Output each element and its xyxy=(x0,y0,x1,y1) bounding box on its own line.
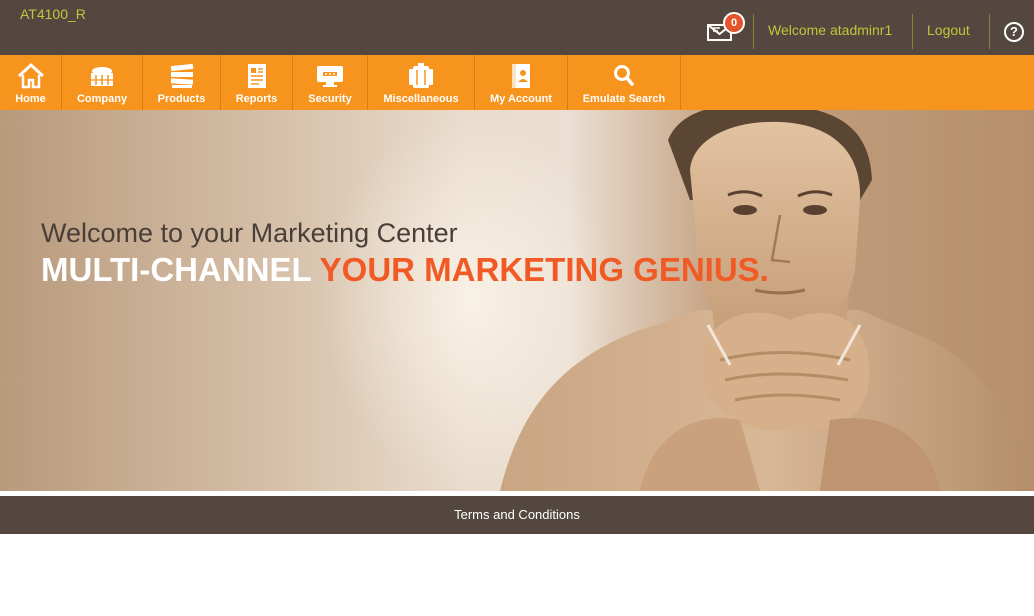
nav-label: Security xyxy=(308,93,352,105)
nav-label: Miscellaneous xyxy=(383,93,459,105)
footer-bar: Terms and Conditions xyxy=(0,496,1034,534)
logout-link[interactable]: Logout xyxy=(927,22,970,38)
nav-label: My Account xyxy=(490,93,552,105)
nav-item-miscellaneous[interactable]: Miscellaneous xyxy=(368,55,475,110)
home-icon xyxy=(17,62,44,89)
header-divider xyxy=(989,14,990,49)
building-icon xyxy=(91,67,113,86)
search-icon xyxy=(614,65,634,86)
top-bar: AT4100_R 0 Welcome atadminr1 Logout ? xyxy=(0,0,1034,55)
help-icon[interactable]: ? xyxy=(1004,22,1024,42)
hero-welcome-heading: Welcome to your Marketing Center xyxy=(41,218,458,248)
misc-icon xyxy=(409,63,433,88)
nav-item-company[interactable]: Company xyxy=(62,55,143,110)
hero-tagline-orange: YOUR MARKETING GENIUS. xyxy=(319,251,769,288)
nav-label: Company xyxy=(76,93,128,105)
stack-icon xyxy=(170,63,193,88)
main-nav: Home Company Products Reports Security M… xyxy=(0,55,1034,110)
nav-label: Products xyxy=(157,93,206,105)
security-icon xyxy=(317,66,343,87)
nav-label: Reports xyxy=(235,93,278,105)
nav-item-my-account[interactable]: My Account xyxy=(475,55,568,110)
nav-item-products[interactable]: Products xyxy=(143,55,221,110)
nav-item-emulate-search[interactable]: Emulate Search xyxy=(568,55,681,110)
account-icon xyxy=(512,64,530,88)
nav-item-security[interactable]: Security xyxy=(293,55,368,110)
terms-and-conditions-link[interactable]: Terms and Conditions xyxy=(0,507,1034,522)
nav-item-home[interactable]: Home xyxy=(0,55,62,110)
messages-button[interactable]: 0 xyxy=(706,12,746,46)
hero-man-image xyxy=(500,110,1034,491)
hero-tagline: MULTI-CHANNEL YOUR MARKETING GENIUS. xyxy=(41,251,769,289)
report-icon xyxy=(247,64,266,88)
hero-tagline-white: MULTI-CHANNEL xyxy=(41,251,312,288)
header-divider xyxy=(912,14,913,49)
nav-item-reports[interactable]: Reports xyxy=(221,55,293,110)
nav-label: Emulate Search xyxy=(582,93,666,105)
nav-label: Home xyxy=(15,93,46,105)
hero-banner: Welcome to your Marketing Center MULTI-C… xyxy=(0,110,1034,491)
header-divider xyxy=(753,14,754,49)
welcome-user-text: Welcome atadminr1 xyxy=(768,22,893,38)
site-code: AT4100_R xyxy=(20,6,86,22)
message-count-badge: 0 xyxy=(723,12,745,34)
